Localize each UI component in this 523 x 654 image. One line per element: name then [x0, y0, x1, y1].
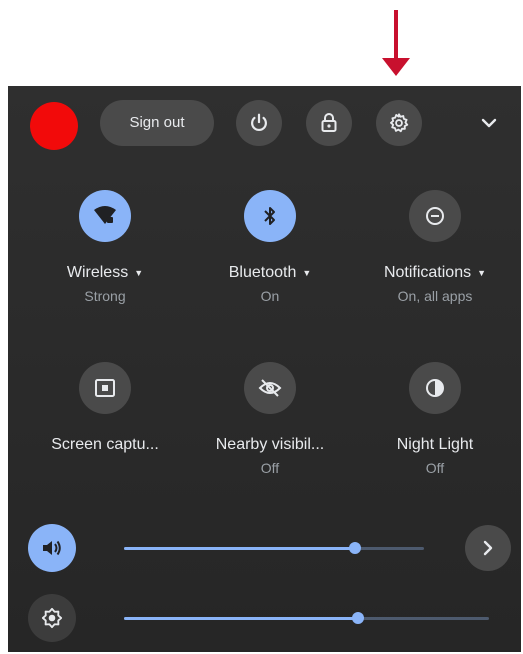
wireless-label: Wireless — [66, 264, 129, 281]
volume-slider[interactable] — [124, 542, 424, 554]
annotation-arrow — [382, 10, 410, 76]
sign-out-label: Sign out — [129, 114, 185, 131]
screen-capture-tile[interactable]: Screen captu... — [30, 362, 180, 454]
chevron-down-icon — [481, 118, 497, 128]
brightness-slider-thumb[interactable] — [351, 612, 364, 624]
night-light-icon — [426, 379, 444, 397]
screen-capture-button[interactable] — [79, 362, 131, 414]
bluetooth-toggle[interactable] — [244, 190, 296, 242]
wireless-tile[interactable]: Wireless ▼ Strong — [30, 190, 180, 304]
wireless-menu-caret-icon: ▼ — [134, 268, 144, 278]
notifications-label-row[interactable]: Notifications ▼ — [360, 264, 510, 282]
volume-icon — [43, 540, 61, 556]
nearby-visibility-tile[interactable]: Nearby visibil... Off — [195, 362, 345, 476]
bluetooth-tile[interactable]: Bluetooth ▼ On — [195, 190, 345, 304]
bluetooth-label: Bluetooth — [228, 264, 297, 281]
notifications-menu-caret-icon: ▼ — [477, 268, 487, 278]
chevron-right-icon — [483, 540, 493, 556]
bluetooth-status: On — [260, 288, 280, 304]
collapse-button[interactable] — [466, 100, 512, 146]
visibility-off-icon — [258, 379, 282, 397]
volume-slider-thumb[interactable] — [349, 542, 361, 554]
wireless-status: Strong — [84, 288, 126, 304]
audio-settings-button[interactable] — [465, 525, 511, 571]
wifi-toggle[interactable] — [79, 190, 131, 242]
do-not-disturb-icon — [426, 207, 444, 225]
volume-slider-fill — [124, 547, 355, 550]
volume-slider-row — [28, 524, 511, 574]
power-button[interactable] — [236, 100, 282, 146]
notifications-tile[interactable]: Notifications ▼ On, all apps — [360, 190, 510, 304]
night-light-status: Off — [425, 460, 445, 476]
screen-capture-icon — [95, 379, 115, 397]
volume-mute-button[interactable] — [28, 524, 76, 572]
brightness-button[interactable] — [28, 594, 76, 642]
do-not-disturb-toggle[interactable] — [409, 190, 461, 242]
night-light-label: Night Light — [396, 436, 474, 453]
brightness-slider[interactable] — [124, 612, 489, 624]
night-light-toggle[interactable] — [409, 362, 461, 414]
brightness-icon — [41, 607, 63, 629]
nearby-visibility-status: Off — [260, 460, 280, 476]
bluetooth-menu-caret-icon: ▼ — [302, 268, 312, 278]
nearby-visibility-toggle[interactable] — [244, 362, 296, 414]
lock-icon — [321, 113, 337, 132]
wifi-icon — [94, 206, 116, 224]
power-icon — [251, 113, 267, 132]
settings-button[interactable] — [376, 100, 422, 146]
bluetooth-icon — [264, 207, 275, 225]
nearby-visibility-label: Nearby visibil... — [215, 436, 325, 453]
user-avatar[interactable] — [30, 102, 78, 150]
notifications-status: On, all apps — [397, 288, 473, 304]
brightness-slider-fill — [124, 617, 358, 620]
lock-button[interactable] — [306, 100, 352, 146]
screen-capture-label: Screen captu... — [51, 436, 159, 453]
brightness-slider-row — [28, 594, 508, 644]
night-light-tile[interactable]: Night Light Off — [360, 362, 510, 476]
sign-out-button[interactable]: Sign out — [100, 100, 214, 146]
quick-settings-panel: Sign out Wireless ▼ Strong Bluetooth ▼ O… — [8, 86, 521, 652]
gear-icon — [390, 113, 409, 133]
notifications-label: Notifications — [383, 264, 472, 281]
wireless-label-row[interactable]: Wireless ▼ — [30, 264, 180, 282]
bluetooth-label-row[interactable]: Bluetooth ▼ — [195, 264, 345, 282]
